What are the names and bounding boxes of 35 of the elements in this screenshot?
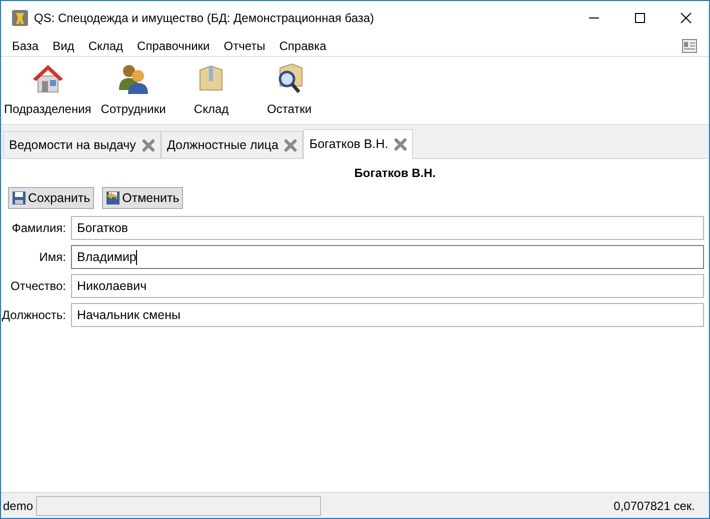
toolbar-button[interactable]: Подразделения	[1, 62, 94, 118]
window-title: QS: Спецодежда и имущество (БД: Демонстрационная база)	[34, 10, 374, 27]
text-field[interactable]: Начальник смены	[71, 303, 704, 327]
close-icon[interactable]	[142, 138, 155, 152]
menu-item[interactable]: Отчеты	[224, 36, 266, 54]
field-label: Должность:	[1, 307, 67, 324]
toolbar-button[interactable]: Сотрудники	[94, 62, 172, 118]
form-button[interactable]: Сохранить	[8, 187, 94, 209]
form-title: Богатков В.Н.	[354, 165, 436, 182]
floppy-disk-undo-icon	[106, 191, 120, 205]
menu-item[interactable]: Справочники	[137, 36, 210, 54]
document-icon[interactable]	[682, 38, 697, 52]
tab[interactable]: Богатков В.Н.	[303, 129, 414, 159]
field-label: Фамилия:	[10, 220, 67, 237]
toolbar-button[interactable]: Остатки	[250, 62, 328, 118]
close-icon[interactable]	[284, 138, 298, 152]
close-icon[interactable]	[394, 138, 408, 151]
app-icon	[12, 10, 28, 26]
house-icon	[30, 62, 65, 94]
field-label: Имя:	[38, 249, 67, 266]
status-time: 0,0707821 сек.	[614, 498, 696, 514]
field-label: Отчество:	[10, 278, 67, 295]
form-button[interactable]: Отменить	[102, 187, 184, 209]
text-field[interactable]: Владимир	[71, 245, 704, 269]
text-field[interactable]: Николаевич	[71, 274, 704, 298]
tab[interactable]: Должностные лица	[160, 131, 304, 158]
toolbar-button[interactable]: Склад	[172, 62, 250, 118]
menu-item[interactable]: Склад	[88, 36, 124, 54]
status-user: demo	[2, 498, 34, 514]
menu-item[interactable]: Справка	[279, 36, 326, 54]
menu-item[interactable]: Вид	[52, 36, 74, 54]
menu-item[interactable]: База	[12, 36, 39, 54]
text-field[interactable]: Богатков	[71, 216, 704, 240]
tab[interactable]: Ведомости на выдачу	[3, 131, 161, 158]
people-icon	[116, 62, 150, 94]
